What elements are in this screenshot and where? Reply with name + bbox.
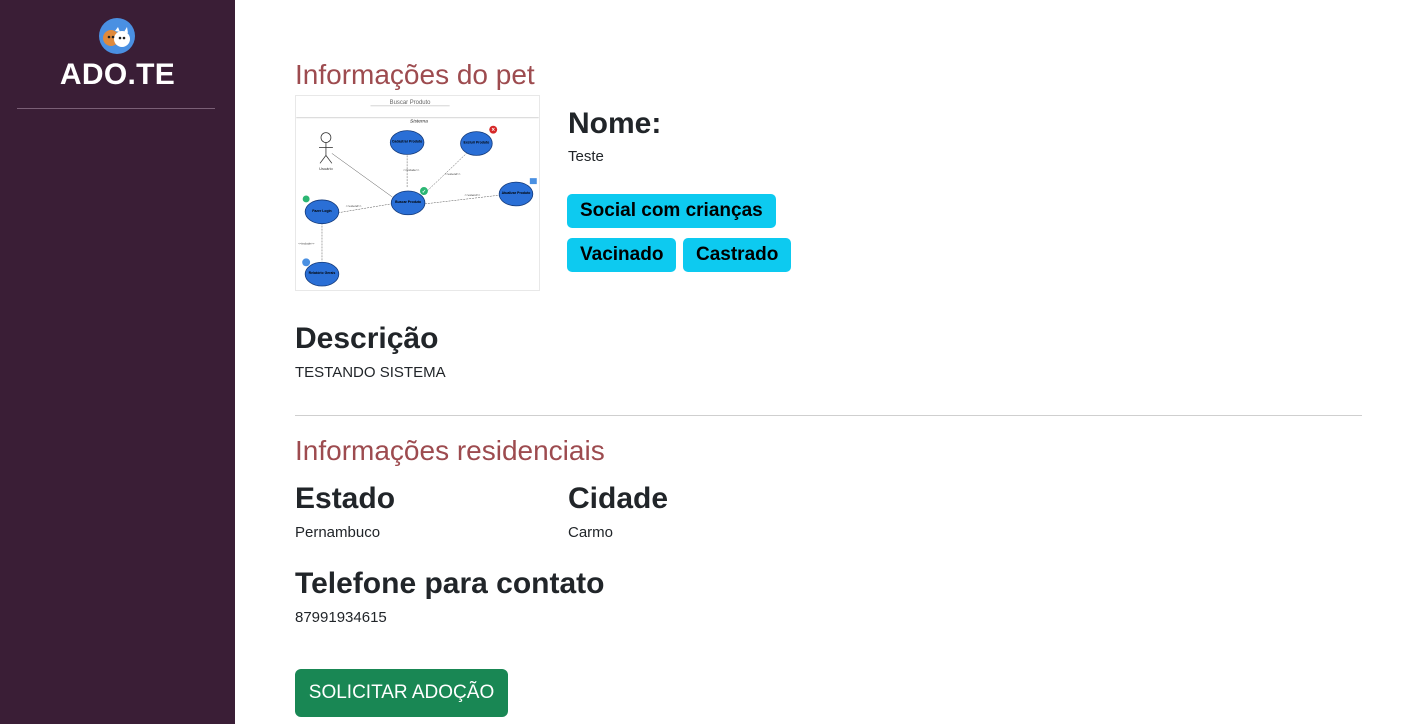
svg-text:<<extend>>: <<extend>>	[445, 172, 461, 176]
sidebar-divider	[17, 108, 215, 109]
pet-name-label: Nome:	[568, 107, 662, 140]
request-adoption-button[interactable]: SOLICITAR ADOÇÃO	[295, 669, 508, 717]
diagram-node: Fazer Login	[312, 209, 331, 213]
tag-vacinado: Vacinado	[567, 238, 677, 272]
svg-text:<<extend>>: <<extend>>	[465, 193, 481, 197]
city-value: Carmo	[568, 524, 614, 541]
state-value: Pernambuco	[295, 524, 381, 541]
pet-section-title: Informações do pet	[295, 59, 535, 90]
pet-image: Buscar Produto Sistema Usuário <<include…	[295, 95, 540, 291]
svg-text:<<extend>>: <<extend>>	[346, 204, 362, 208]
description-label: Descrição	[295, 322, 439, 355]
phone-value: 87991934615	[295, 609, 387, 626]
description-value: TESTANDO SISTEMA	[295, 364, 446, 381]
tag-social-com-criancas: Social com crianças	[567, 194, 776, 228]
diagram-node: Buscar Produto	[395, 200, 421, 204]
residence-section-title: Informações residenciais	[295, 435, 605, 466]
state-label: Estado	[295, 482, 396, 515]
section-divider	[295, 415, 1362, 416]
pets-logo-icon	[99, 18, 135, 54]
svg-text:×: ×	[491, 128, 495, 134]
diagram-node: Excluir Produto	[464, 141, 490, 145]
main-content: Informações do pet Buscar Produto Sistem…	[295, 0, 1362, 724]
svg-text:✓: ✓	[422, 189, 426, 195]
diagram-actor: Usuário	[319, 166, 333, 171]
svg-text:<<include>>: <<include>>	[403, 168, 420, 172]
phone-label: Telefone para contato	[295, 567, 605, 600]
diagram-title: Buscar Produto	[390, 100, 432, 106]
diagram-node: Cadastrar Produto	[392, 140, 422, 144]
diagram-node: Atualizar Produto	[502, 191, 531, 195]
sidebar: ADO.TE	[0, 0, 235, 724]
use-case-diagram-image: Buscar Produto Sistema Usuário <<include…	[296, 100, 539, 287]
city-label: Cidade	[568, 482, 669, 515]
svg-text:<<include>>: <<include>>	[298, 241, 315, 245]
diagram-subtitle: Sistema	[410, 119, 428, 125]
brand-name[interactable]: ADO.TE	[0, 58, 235, 92]
tag-castrado: Castrado	[683, 238, 792, 272]
pet-name-value: Teste	[568, 148, 604, 165]
diagram-node: Relatório Gerais	[309, 271, 336, 275]
